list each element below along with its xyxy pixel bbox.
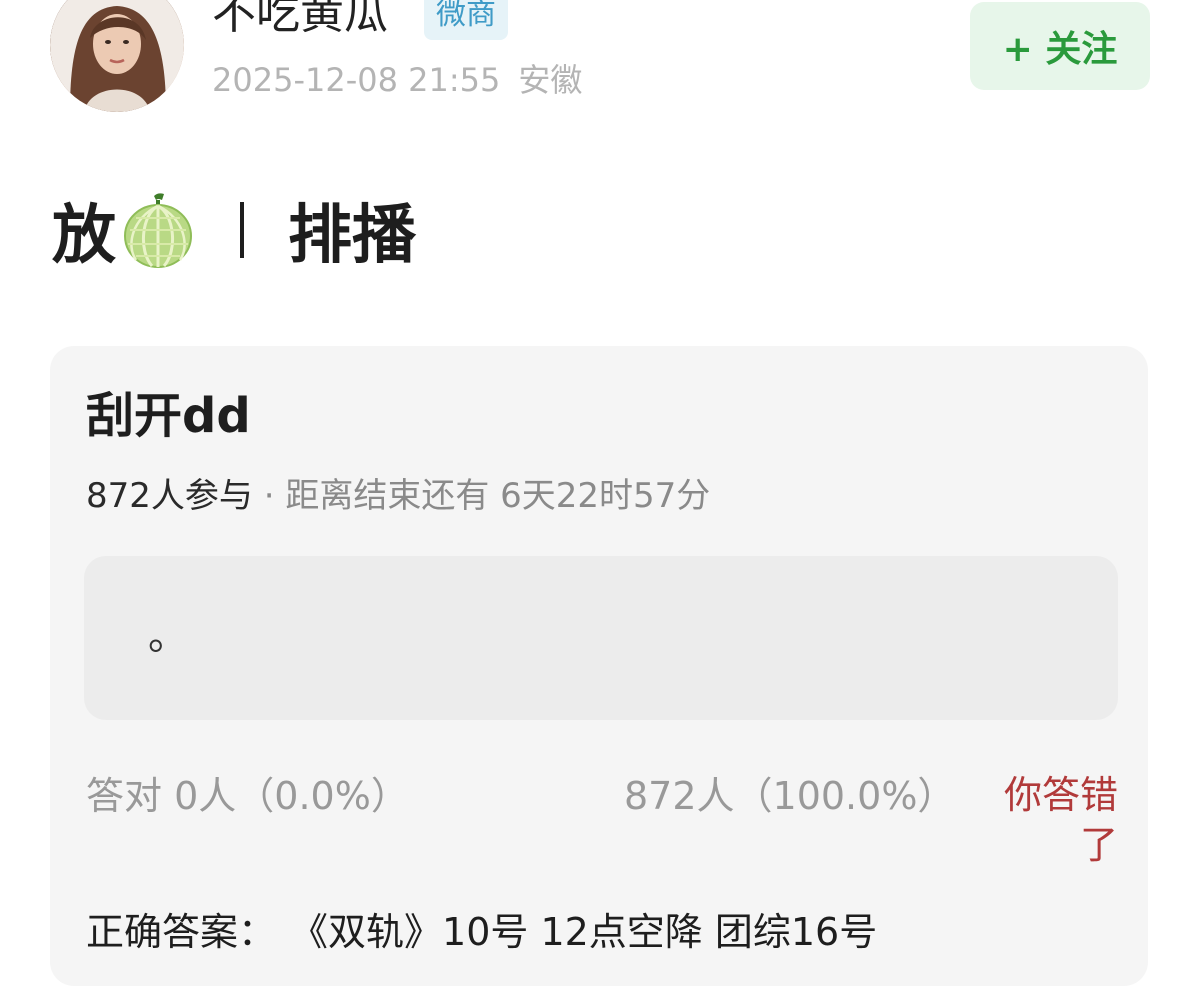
avatar-image [50, 0, 184, 112]
quiz-participants: 872人参与 [86, 476, 253, 516]
quiz-title: 刮开dd [86, 388, 251, 444]
quiz-option[interactable]: 。 [84, 556, 1118, 720]
post-location: 安徽 [518, 61, 583, 99]
author-badge: 微商 [424, 0, 508, 40]
quiz-stats: 872人参与 · 距离结束还有 6天22时57分 [86, 472, 710, 520]
correct-answer: 正确答案： 《双轨》10号 12点空降 团综16号 [86, 906, 877, 958]
quiz-option-text: 。 [148, 613, 188, 659]
quiz-countdown: · 距离结束还有 6天22时57分 [252, 476, 711, 516]
wrong-count: 872人（100.0%） [624, 774, 956, 818]
post-text-before: 放 [52, 199, 116, 273]
post-text-after: 排播 [288, 199, 416, 273]
quiz-card: 刮开dd 872人参与 · 距离结束还有 6天22时57分 。 答对 0人（0.… [50, 346, 1148, 986]
wrong-answer-tag: 你答错了 [1003, 773, 1118, 867]
author-avatar[interactable] [50, 0, 184, 112]
post-text: 放 排播 [52, 188, 416, 273]
post-separator [240, 202, 244, 258]
author-name[interactable]: 不吃黄瓜 [212, 0, 388, 42]
post-timestamp: 2025-12-08 21:55 [212, 61, 501, 99]
correct-count: 0人（0.0%） [174, 774, 409, 818]
answer-label: 正确答案： [86, 910, 277, 954]
post-meta: 2025-12-08 21:55 安徽 [212, 56, 582, 104]
correct-result: 答对 0人（0.0%） [86, 770, 409, 822]
follow-button[interactable]: + 关注 [970, 2, 1150, 90]
correct-label: 答对 [86, 774, 163, 818]
melon-emoji-icon [124, 193, 192, 268]
answer-value: 《双轨》10号 12点空降 团综16号 [290, 910, 878, 954]
